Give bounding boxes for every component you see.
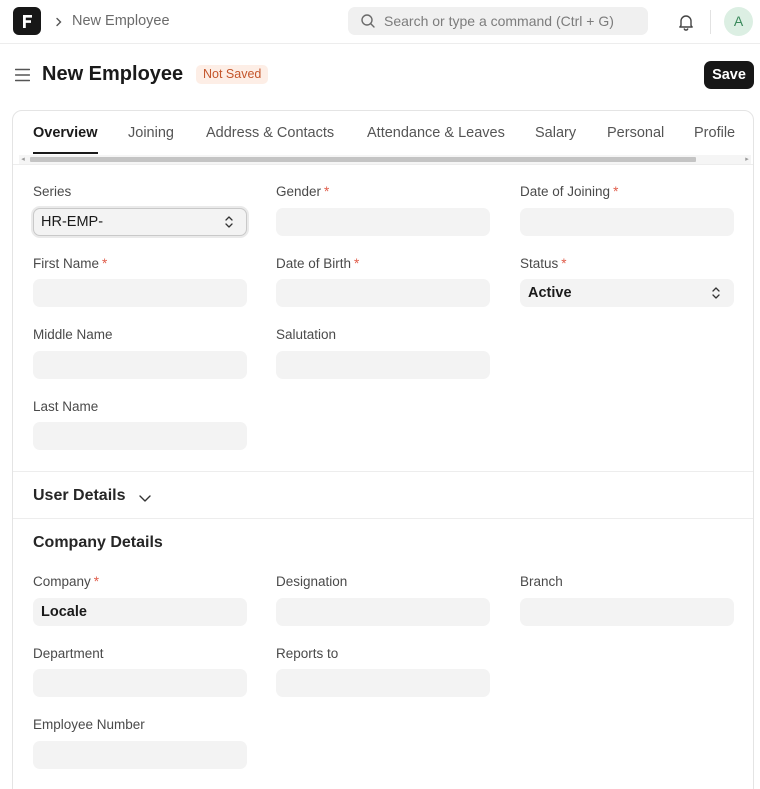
navbar-divider bbox=[710, 10, 711, 34]
company-details-title: Company Details bbox=[33, 534, 163, 551]
status-label: Status * bbox=[520, 256, 567, 271]
tab-salary[interactable]: Salary bbox=[535, 125, 576, 141]
series-value: HR-EMP- bbox=[41, 214, 104, 230]
breadcrumb[interactable]: New Employee bbox=[72, 13, 170, 29]
date-of-joining-field[interactable] bbox=[520, 208, 734, 236]
designation-field[interactable] bbox=[276, 598, 490, 626]
user-details-section-toggle[interactable]: User Details bbox=[33, 487, 126, 505]
save-button[interactable]: Save bbox=[704, 61, 754, 89]
branch-field[interactable] bbox=[520, 598, 734, 626]
employee-number-field[interactable] bbox=[33, 741, 247, 769]
select-arrows-icon bbox=[712, 287, 720, 299]
sidebar-toggle-icon[interactable] bbox=[15, 68, 30, 82]
company-field[interactable]: Locale bbox=[33, 598, 247, 626]
gender-label: Gender * bbox=[276, 184, 330, 199]
status-select[interactable]: Active bbox=[520, 279, 734, 307]
chevron-down-icon[interactable] bbox=[138, 493, 152, 503]
scrollbar-thumb[interactable] bbox=[30, 157, 696, 162]
first-name-field[interactable] bbox=[33, 279, 247, 307]
chevron-right-icon bbox=[56, 17, 62, 27]
tab-joining[interactable]: Joining bbox=[128, 125, 174, 141]
tabs-scrollbar[interactable]: ◂ ▸ bbox=[19, 155, 751, 164]
reports-to-field[interactable] bbox=[276, 669, 490, 697]
search-placeholder: Search or type a command (Ctrl + G) bbox=[384, 13, 614, 29]
branch-label: Branch bbox=[520, 574, 563, 589]
department-field[interactable] bbox=[33, 669, 247, 697]
page-title: New Employee bbox=[42, 63, 184, 85]
date-of-joining-label: Date of Joining * bbox=[520, 184, 619, 199]
company-label: Company * bbox=[33, 574, 100, 589]
section-divider bbox=[13, 471, 753, 472]
tab-attendance-leaves[interactable]: Attendance & Leaves bbox=[367, 125, 505, 141]
section-divider bbox=[13, 518, 753, 519]
date-of-birth-label: Date of Birth * bbox=[276, 256, 360, 271]
salutation-label: Salutation bbox=[276, 327, 337, 342]
form-card: Overview Joining Address & Contacts Atte… bbox=[12, 110, 754, 789]
avatar[interactable]: A bbox=[724, 7, 753, 36]
company-value: Locale bbox=[41, 604, 87, 620]
scroll-left-icon[interactable]: ◂ bbox=[19, 155, 27, 164]
first-name-label: First Name * bbox=[33, 256, 108, 271]
date-of-birth-field[interactable] bbox=[276, 279, 490, 307]
tab-overview[interactable]: Overview bbox=[33, 125, 98, 141]
reports-to-label: Reports to bbox=[276, 646, 339, 661]
designation-label: Designation bbox=[276, 574, 348, 589]
employee-number-label: Employee Number bbox=[33, 717, 145, 732]
department-label: Department bbox=[33, 646, 104, 661]
notification-bell-icon[interactable] bbox=[676, 12, 696, 32]
status-badge: Not Saved bbox=[196, 65, 269, 84]
search-bar[interactable]: Search or type a command (Ctrl + G) bbox=[348, 7, 648, 35]
scroll-right-icon[interactable]: ▸ bbox=[743, 155, 751, 164]
middle-name-field[interactable] bbox=[33, 351, 247, 379]
last-name-field[interactable] bbox=[33, 422, 247, 450]
series-label: Series bbox=[33, 184, 72, 199]
salutation-field[interactable] bbox=[276, 351, 490, 379]
middle-name-label: Middle Name bbox=[33, 327, 113, 342]
status-value: Active bbox=[528, 285, 572, 301]
navbar: New Employee Search or type a command (C… bbox=[0, 0, 760, 44]
series-select[interactable]: HR-EMP- bbox=[33, 208, 247, 236]
active-tab-indicator bbox=[33, 152, 98, 154]
gender-field[interactable] bbox=[276, 208, 490, 236]
search-icon bbox=[361, 14, 375, 28]
select-arrows-icon bbox=[225, 216, 233, 228]
form-tabs: Overview Joining Address & Contacts Atte… bbox=[13, 111, 753, 155]
tabs-divider bbox=[13, 164, 753, 165]
tab-personal[interactable]: Personal bbox=[607, 125, 664, 141]
tab-profile[interactable]: Profile bbox=[694, 125, 735, 141]
last-name-label: Last Name bbox=[33, 399, 99, 414]
tab-address-contacts[interactable]: Address & Contacts bbox=[206, 125, 334, 141]
app-logo-icon[interactable] bbox=[13, 7, 41, 35]
